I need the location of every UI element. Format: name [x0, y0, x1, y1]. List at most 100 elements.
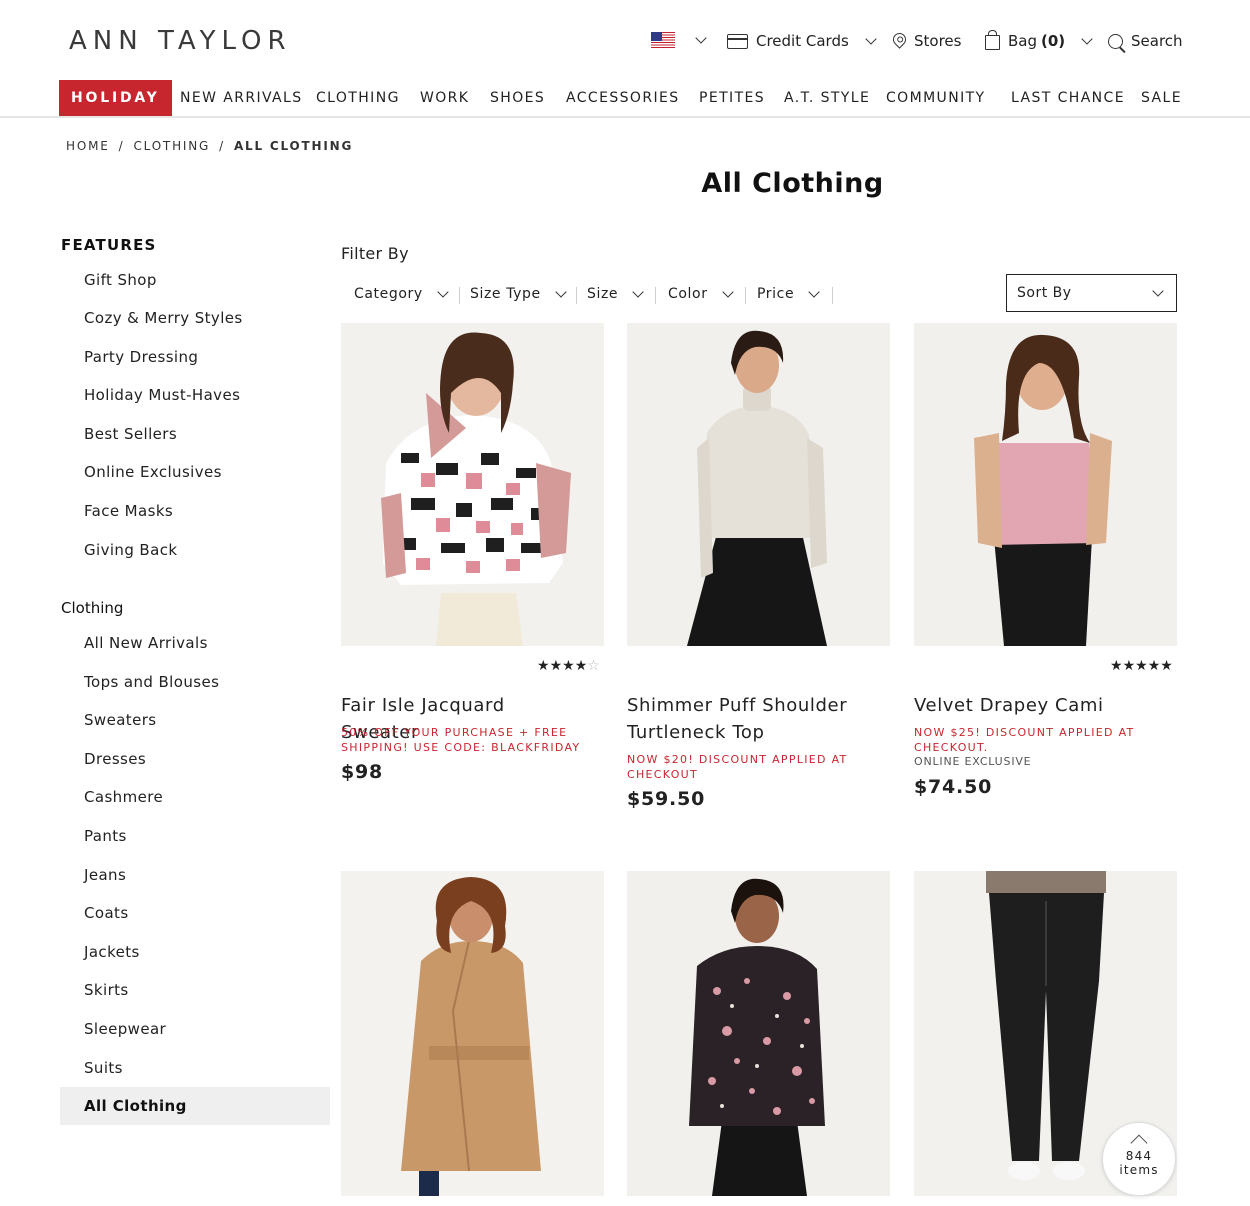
turtleneck-model-illustration: [627, 323, 890, 646]
nav-item-community[interactable]: COMMUNITY: [886, 80, 986, 116]
star-icon: ★: [574, 658, 588, 674]
breadcrumb-separator: /: [219, 139, 225, 153]
product-price: $74.50: [914, 776, 993, 798]
cami-model-illustration: [914, 323, 1177, 646]
chevron-down-icon: [437, 285, 449, 298]
sidebar-item-all-clothing[interactable]: All Clothing: [60, 1087, 330, 1125]
sidebar-item-holiday-must-haves[interactable]: Holiday Must-Haves: [84, 386, 240, 404]
filter-size[interactable]: Size: [587, 285, 644, 302]
print-blouse-model-illustration: [627, 871, 890, 1196]
filter-divider: [576, 287, 577, 304]
star-icon: ★: [1160, 658, 1173, 674]
product-image[interactable]: [341, 323, 604, 646]
star-icon: ★: [537, 658, 550, 674]
sidebar-item-giving-back[interactable]: Giving Back: [84, 541, 177, 559]
filter-by-label: Filter By: [341, 244, 409, 263]
breadcrumb-home[interactable]: HOME: [66, 139, 110, 153]
filter-size-type[interactable]: Size Type: [470, 285, 567, 302]
item-count-badge[interactable]: 844 items: [1102, 1122, 1176, 1196]
sidebar-item-coats[interactable]: Coats: [84, 904, 129, 922]
product-rating: ★★★★☆: [537, 658, 600, 674]
chevron-down-icon: [1152, 284, 1164, 297]
brand-logo[interactable]: ANN TAYLOR: [69, 26, 292, 56]
product-image[interactable]: [341, 871, 604, 1196]
sidebar-item-all-new-arrivals[interactable]: All New Arrivals: [84, 634, 208, 652]
stores-link[interactable]: Stores: [890, 30, 962, 50]
filter-price[interactable]: Price: [757, 285, 820, 302]
sidebar-item-suits[interactable]: Suits: [84, 1059, 123, 1077]
breadcrumb-current: ALL CLOTHING: [233, 139, 354, 153]
product-name[interactable]: Shimmer Puff Shoulder Turtleneck Top: [627, 692, 867, 746]
chevron-down-icon: [865, 32, 877, 45]
nav-item-clothing[interactable]: CLOTHING: [316, 80, 400, 116]
credit-card-icon: [727, 33, 748, 49]
sidebar-item-sweaters[interactable]: Sweaters: [84, 711, 157, 729]
product-name[interactable]: Velvet Drapey Cami: [914, 692, 1154, 719]
product-promo: NOW $25! DISCOUNT APPLIED AT CHECKOUT.: [914, 726, 1135, 754]
star-icon: ★: [1122, 658, 1136, 674]
sidebar-item-online-exclusives[interactable]: Online Exclusives: [84, 463, 222, 481]
search-label: Search: [1131, 32, 1183, 50]
bag-button[interactable]: Bag (0): [985, 29, 1093, 50]
nav-item-work[interactable]: WORK: [420, 80, 469, 116]
sidebar-item-jeans[interactable]: Jeans: [84, 866, 126, 884]
product-image[interactable]: [627, 323, 890, 646]
chevron-down-icon: [808, 285, 820, 298]
sidebar-item-sleepwear[interactable]: Sleepwear: [84, 1020, 166, 1038]
breadcrumb-clothing[interactable]: CLOTHING: [133, 139, 210, 153]
sidebar-item-cashmere[interactable]: Cashmere: [84, 788, 163, 806]
filter-color-label: Color: [668, 286, 708, 302]
credit-cards-menu[interactable]: Credit Cards: [727, 32, 877, 50]
main-nav: HOLIDAY NEW ARRIVALS CLOTHING WORK SHOES…: [0, 80, 1250, 118]
nav-item-shoes[interactable]: SHOES: [490, 80, 545, 116]
chevron-down-icon: [555, 285, 567, 298]
nav-item-accessories[interactable]: ACCESSORIES: [566, 80, 680, 116]
sidebar-item-face-masks[interactable]: Face Masks: [84, 502, 173, 520]
sidebar-item-jackets[interactable]: Jackets: [84, 943, 140, 961]
sidebar-item-skirts[interactable]: Skirts: [84, 981, 129, 999]
star-icon: ★: [549, 658, 563, 674]
sidebar-item-cozy-merry[interactable]: Cozy & Merry Styles: [84, 309, 243, 327]
nav-item-holiday[interactable]: HOLIDAY: [59, 80, 172, 116]
breadcrumb-separator: /: [118, 139, 125, 153]
online-exclusive-label: ONLINE EXCLUSIVE: [914, 755, 1032, 768]
sidebar-item-dresses[interactable]: Dresses: [84, 750, 146, 768]
filter-category-label: Category: [354, 286, 423, 302]
filter-color[interactable]: Color: [668, 285, 734, 302]
nav-item-sale[interactable]: SALE: [1141, 80, 1182, 116]
star-icon: ★: [1147, 658, 1161, 674]
bag-label: Bag: [1008, 32, 1038, 50]
bag-count: (0): [1041, 32, 1066, 50]
sidebar-item-best-sellers[interactable]: Best Sellers: [84, 425, 177, 443]
sidebar-item-pants[interactable]: Pants: [84, 827, 127, 845]
sort-by-label: Sort By: [1017, 285, 1072, 301]
filter-divider: [459, 287, 460, 304]
product-image[interactable]: [627, 871, 890, 1196]
sidebar-item-party-dressing[interactable]: Party Dressing: [84, 348, 198, 366]
star-icon: ★: [1110, 658, 1123, 674]
search-button[interactable]: Search: [1108, 32, 1183, 50]
nav-item-petites[interactable]: PETITES: [699, 80, 765, 116]
product-image[interactable]: [914, 323, 1177, 646]
filter-category[interactable]: Category: [354, 285, 449, 302]
sort-by-dropdown[interactable]: Sort By: [1006, 274, 1177, 312]
shopping-bag-icon: [985, 29, 1000, 50]
nav-item-at-style[interactable]: A.T. STYLE: [784, 80, 870, 116]
product-price: $98: [341, 761, 384, 783]
filter-size-type-label: Size Type: [470, 286, 541, 302]
search-icon: [1108, 33, 1123, 49]
star-icon: ★: [1135, 658, 1148, 674]
stores-label: Stores: [914, 32, 962, 50]
chevron-down-icon: [721, 285, 734, 298]
item-count-unit: items: [1119, 1163, 1159, 1177]
breadcrumb: HOME / CLOTHING / ALL CLOTHING: [66, 139, 353, 153]
sidebar-item-gift-shop[interactable]: Gift Shop: [84, 271, 157, 289]
star-empty-icon: ☆: [587, 658, 600, 674]
sidebar-item-tops-blouses[interactable]: Tops and Blouses: [84, 673, 219, 691]
clothing-heading: Clothing: [61, 599, 124, 617]
nav-item-new-arrivals[interactable]: NEW ARRIVALS: [180, 80, 303, 116]
country-selector[interactable]: [651, 31, 707, 48]
us-flag-icon: [651, 32, 675, 48]
nav-item-last-chance[interactable]: LAST CHANCE: [1011, 80, 1125, 116]
product-promo: NOW $20! DISCOUNT APPLIED AT CHECKOUT: [627, 753, 848, 781]
